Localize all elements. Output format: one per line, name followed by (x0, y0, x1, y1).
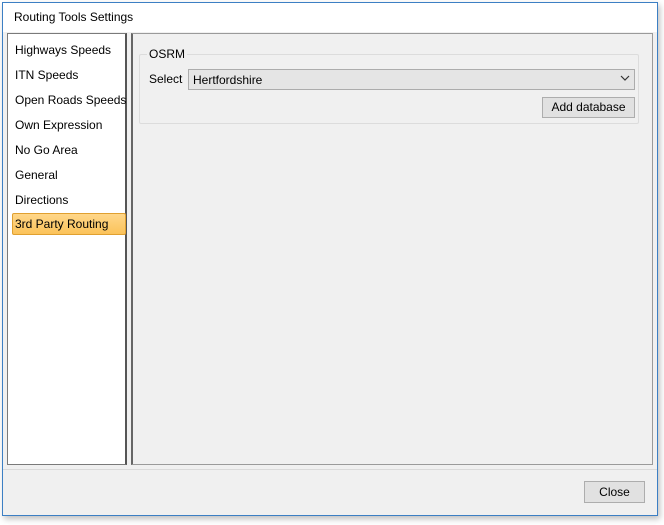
settings-dialog: Routing Tools Settings Highways Speeds I… (2, 2, 658, 516)
chevron-down-icon[interactable] (620, 73, 630, 83)
footer-divider (3, 469, 657, 470)
window-title: Routing Tools Settings (14, 10, 134, 24)
nav-item-highways-speeds[interactable]: Highways Speeds (12, 39, 126, 61)
nav-item-directions[interactable]: Directions (12, 189, 126, 211)
settings-content-panel: OSRM Select Hertfordshire Add database (131, 33, 653, 465)
nav-item-open-roads-speeds[interactable]: Open Roads Speeds (12, 89, 126, 111)
select-label: Select (149, 72, 183, 86)
close-button[interactable]: Close (584, 481, 645, 503)
dropdown-selected-value: Hertfordshire (193, 73, 263, 87)
nav-item-no-go-area[interactable]: No Go Area (12, 139, 126, 161)
settings-category-list[interactable]: Highways Speeds ITN Speeds Open Roads Sp… (7, 33, 127, 465)
nav-item-itn-speeds[interactable]: ITN Speeds (12, 64, 126, 86)
osrm-database-dropdown[interactable]: Hertfordshire (188, 69, 635, 90)
add-database-button[interactable]: Add database (542, 97, 635, 118)
nav-item-general[interactable]: General (12, 164, 126, 186)
nav-item-own-expression[interactable]: Own Expression (12, 114, 126, 136)
title-bar[interactable]: Routing Tools Settings (3, 3, 657, 32)
osrm-group-title: OSRM (147, 47, 187, 61)
nav-item-3rd-party-routing[interactable]: 3rd Party Routing (12, 213, 126, 235)
